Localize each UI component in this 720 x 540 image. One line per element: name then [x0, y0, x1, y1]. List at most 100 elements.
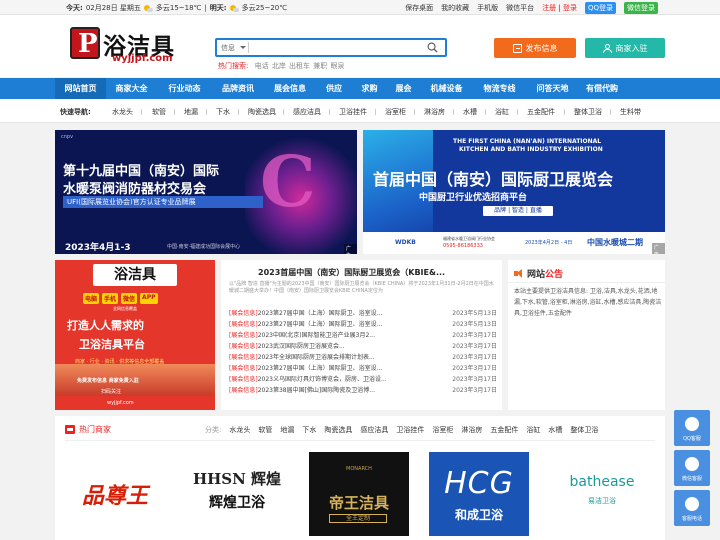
banner-tags: 品牌 | 智造 | 直播 [483, 206, 553, 216]
quick-item[interactable]: 淋浴房 [424, 107, 445, 117]
nav-logistics[interactable]: 物流专线 [473, 78, 526, 99]
quick-item[interactable]: 浴缸 [495, 107, 509, 117]
hot-search-words[interactable]: 电话 北岸 出租车 兼职 眼泉 [255, 62, 345, 70]
banner-title-line2: 水暖泵阀消防器材交易会 [63, 182, 207, 197]
qq-login-button[interactable]: QQ登录 [584, 2, 616, 14]
quick-item[interactable]: 卫浴挂件 [339, 107, 367, 117]
nav-home[interactable]: 网站首页 [55, 78, 106, 99]
nav-supply[interactable]: 供应 [316, 78, 352, 99]
news-row[interactable]: [展会信息]2023武汉国际厨房卫浴展览会... 2023年3月17日 [229, 341, 497, 352]
mobile-link[interactable]: 手机版 [477, 3, 498, 13]
news-row[interactable]: [展会信息]2023第27届中国（上海）国际厨卫、浴室设... 2023年5月13… [229, 319, 497, 330]
headline-title[interactable]: 2023首届中国（南安）国际厨卫展览会（KBIE&... [258, 267, 445, 278]
brand-subtitle: 易洁卫浴 [588, 497, 616, 505]
banner-pump-valve-expo[interactable]: C cnpv 第十九届中国（南安）国际 水暖泵阀消防器材交易会 UFI(国际展览… [55, 130, 357, 254]
brand-huihuang[interactable]: HHSN 辉煌 辉煌卫浴 [187, 452, 287, 536]
banner-en-line1: THE FIRST CHINA (NAN'AN) INTERNATIONAL [453, 138, 602, 145]
quick-item[interactable]: 地漏 [184, 107, 198, 117]
login-link[interactable]: 登录 [563, 4, 577, 12]
merchant-join-button[interactable]: 商家入驻 [585, 38, 665, 58]
top-links: 保存桌面 我的收藏 手机版 微信平台 注册 | 登录 QQ登录 微信登录 [405, 2, 658, 14]
phone-service-button[interactable]: 客服电话 [674, 490, 710, 526]
quick-divider [485, 109, 486, 115]
nav-qa[interactable]: 问答天地 [526, 78, 579, 99]
category-item[interactable]: 水龙头 [229, 425, 250, 435]
quick-divider [414, 109, 415, 115]
category-item[interactable]: 五金配件 [490, 425, 518, 435]
category-item[interactable]: 卫浴挂件 [396, 425, 424, 435]
hot-merchants-heading: 热门商家 [65, 424, 111, 435]
category-item[interactable]: 地漏 [280, 425, 294, 435]
quick-item[interactable]: 五金配件 [527, 107, 555, 117]
post-info-button[interactable]: 发布信息 [494, 38, 576, 58]
quick-item[interactable]: 浴室柜 [385, 107, 406, 117]
wechat-login-button[interactable]: 微信登录 [624, 2, 658, 14]
register-link[interactable]: 注册 [542, 4, 556, 12]
qq-service-button[interactable]: QQ客服 [674, 410, 710, 446]
site-logo[interactable]: 浴洁具 wyjjpf.com [70, 27, 192, 65]
news-row[interactable]: [展会信息]2023年全球国际厨房卫浴展会排期计划表... 2023年3月17日 [229, 352, 497, 363]
news-date: 2023年3月17日 [452, 365, 497, 372]
brand-bathease[interactable]: bathease 易洁卫浴 [547, 452, 657, 536]
platform-promo-banner[interactable]: 浴洁具 电脑 手机 微信 APP 全网信息覆盖 打造人人需求的 卫浴洁具平台 商… [55, 260, 215, 410]
quick-item[interactable]: 整体卫浴 [574, 107, 602, 117]
my-favorites-link[interactable]: 我的收藏 [441, 3, 469, 13]
category-item[interactable]: 整体卫浴 [570, 425, 598, 435]
category-item[interactable]: 下水 [302, 425, 316, 435]
nav-purchase[interactable]: 求购 [352, 78, 387, 99]
wechat-service-button[interactable]: 微信客服 [674, 450, 710, 486]
quick-item[interactable]: 生料带 [620, 107, 641, 117]
banner-kitchen-bath-expo[interactable]: THE FIRST CHINA (NAN'AN) INTERNATIONAL K… [363, 130, 665, 254]
news-date: 2023年3月17日 [452, 376, 497, 383]
news-date: 2023年3月17日 [452, 343, 497, 350]
news-row[interactable]: [展会信息]2023第38届中国[佛山]国际陶瓷及卫浴博... 2023年3月17… [229, 385, 497, 396]
announcement-body: 本站主要提供卫浴洁具信息: 卫浴,洁具,水龙头,花洒,地漏,下水,软管,浴室柜,… [514, 288, 662, 317]
nav-brand-news[interactable]: 品牌资讯 [212, 78, 264, 99]
brand-pinzunwang[interactable]: 品尊王 [65, 452, 165, 536]
banner-logo-graphic: C [260, 140, 316, 223]
category-item[interactable]: 陶瓷选具 [324, 425, 352, 435]
quick-nav-label: 快速导航: [60, 108, 91, 116]
news-row[interactable]: [展会信息]2023义乌国际灯具灯饰博览会，厨房、卫浴设... 2023年3月17… [229, 374, 497, 385]
today-date: 02月28日 星期五 [85, 4, 141, 12]
nav-industry-news[interactable]: 行业动态 [157, 78, 212, 99]
today-label: 今天: [66, 4, 83, 12]
news-row[interactable]: [展会信息]2023第27届中国（上海）国际厨卫、浴室设... 2023年3月17… [229, 363, 497, 374]
quick-item[interactable]: 陶瓷选具 [248, 107, 276, 117]
nav-merchants[interactable]: 商家大全 [106, 78, 157, 99]
news-date: 2023年5月13日 [452, 310, 497, 317]
quick-item[interactable]: 水槽 [463, 107, 477, 117]
news-tag: [展会信息] [229, 365, 258, 372]
promo-subtitle: 全网信息覆盖 [113, 306, 137, 311]
quick-item[interactable]: 感应洁具 [293, 107, 321, 117]
category-item[interactable]: 软管 [258, 425, 272, 435]
merchant-join-label: 商家入驻 [615, 43, 648, 53]
nav-expo-info[interactable]: 展会信息 [264, 78, 316, 99]
news-row[interactable]: [展会信息]2023中国(北京)国际智能卫浴产业展3月2... 2023年3月17… [229, 330, 497, 341]
quick-divider [453, 109, 454, 115]
quick-item[interactable]: 下水 [216, 107, 230, 117]
search-icon[interactable] [427, 42, 438, 53]
category-item[interactable]: 感应洁具 [360, 425, 388, 435]
search-category[interactable]: 信息 [221, 43, 235, 53]
category-item[interactable]: 淋浴房 [461, 425, 482, 435]
nav-paid-purchase[interactable]: 有偿代购 [579, 78, 625, 99]
nav-expo[interactable]: 展会 [387, 78, 420, 99]
brand-logo-text: bathease [569, 474, 635, 490]
search-box[interactable]: 信息 [215, 38, 447, 57]
news-row[interactable]: [展会信息]2023第27届中国（上海）国际厨卫、浴室设... 2023年5月13… [229, 308, 497, 319]
chevron-down-icon[interactable] [240, 46, 246, 49]
category-item[interactable]: 浴室柜 [432, 425, 453, 435]
banner-address: 中国·南安·福建成功国际会展中心 [167, 244, 241, 250]
search-divider [248, 42, 249, 53]
nav-machinery[interactable]: 机械设备 [420, 78, 473, 99]
hot-merchants-title: 热门商家 [79, 425, 111, 434]
save-desktop-link[interactable]: 保存桌面 [405, 3, 433, 13]
brand-hcg[interactable]: HCG 和成卫浴 [429, 452, 529, 536]
quick-item[interactable]: 水龙头 [112, 107, 133, 117]
quick-item[interactable]: 软管 [152, 107, 166, 117]
category-item[interactable]: 浴缸 [526, 425, 540, 435]
brand-monarch[interactable]: MONARCH 帝王洁具 全王定制 [309, 452, 409, 536]
wechat-link[interactable]: 微信平台 [506, 3, 534, 13]
category-item[interactable]: 水槽 [548, 425, 562, 435]
